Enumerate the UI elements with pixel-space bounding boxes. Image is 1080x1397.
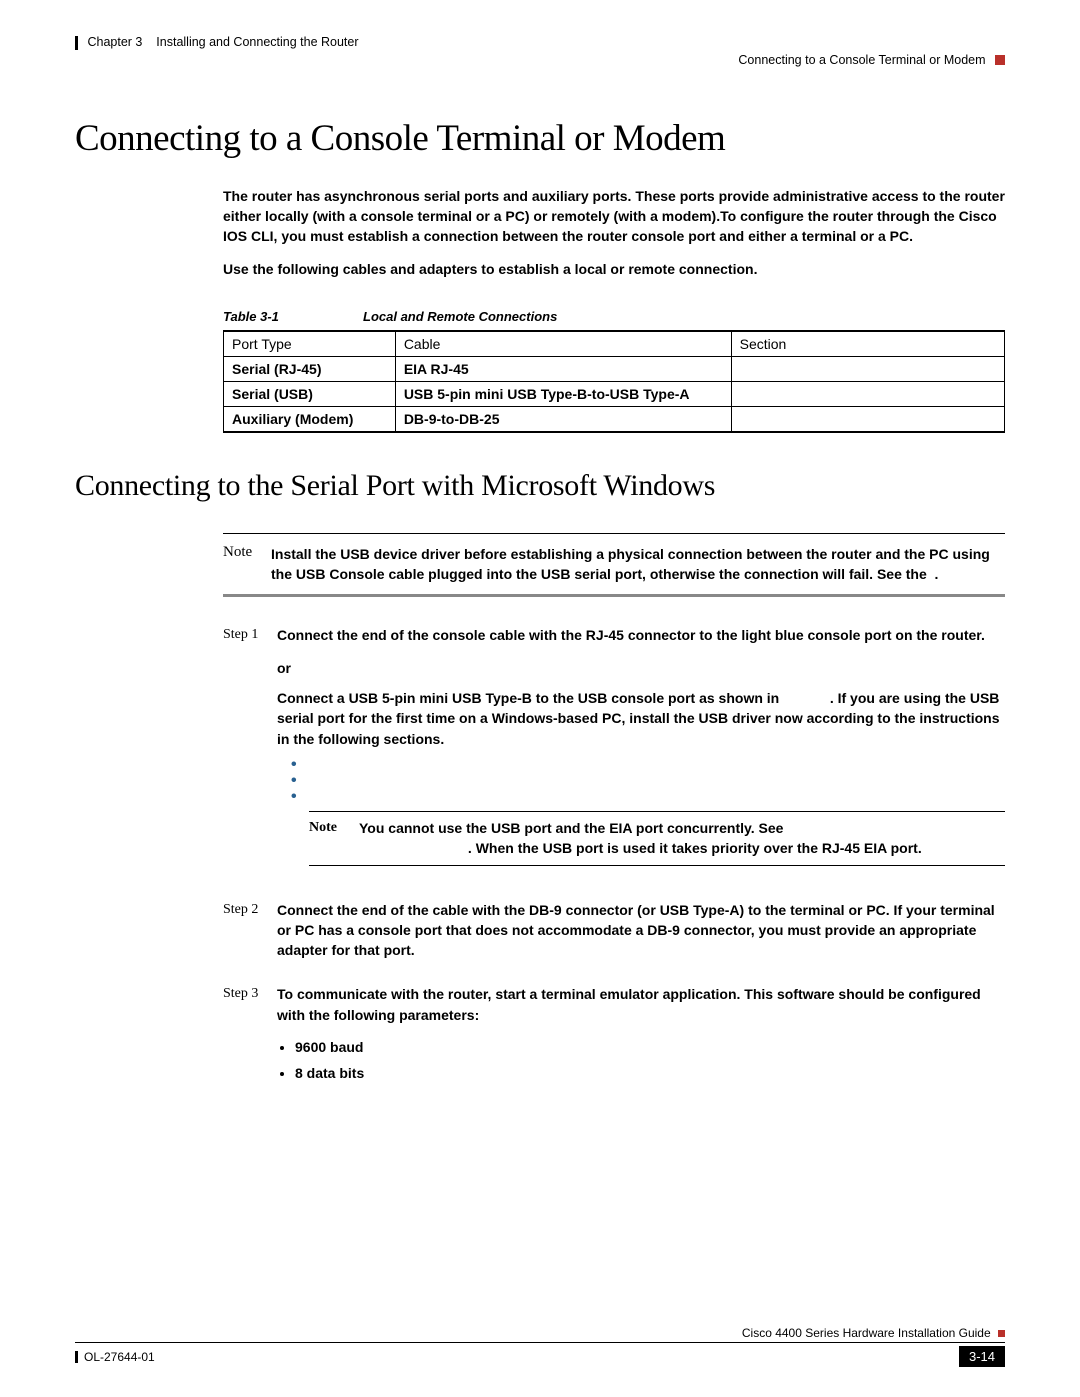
intro-paragraph-1: The router has asynchronous serial ports… <box>223 186 1005 247</box>
step-text: Connect the end of the console cable wit… <box>277 625 1005 645</box>
table-cell: USB 5-pin mini USB Type-B-to-USB Type-A <box>395 381 731 406</box>
step-text: To communicate with the router, start a … <box>277 984 1005 1025</box>
section-name: Connecting to a Console Terminal or Mode… <box>738 53 985 67</box>
section-heading: Connecting to the Serial Port with Micro… <box>75 469 1005 503</box>
figure-link[interactable] <box>783 690 830 706</box>
page-footer: Cisco 4400 Series Hardware Installation … <box>75 1326 1005 1367</box>
connections-table: Port Type Cable Section Serial (RJ-45) E… <box>223 330 1005 433</box>
intro-paragraph-2: Use the following cables and adapters to… <box>223 259 1005 279</box>
step-text: Connect a USB 5-pin mini USB Type-B to t… <box>277 688 1005 749</box>
table-caption-label: Table 3-1 <box>223 309 279 324</box>
note-label: Note <box>223 544 271 585</box>
step-label: Step 3 <box>223 984 277 1097</box>
running-header: Chapter 3 Installing and Connecting the … <box>75 35 1005 50</box>
page-title: Connecting to a Console Terminal or Mode… <box>75 117 1005 160</box>
table-header-cell: Section <box>731 331 1004 357</box>
step-label: Step 2 <box>223 900 277 973</box>
list-item: 8 data bits <box>295 1063 1005 1083</box>
running-subheader: Connecting to a Console Terminal or Mode… <box>75 53 1005 67</box>
table-cell: DB-9-to-DB-25 <box>395 406 731 432</box>
step-label: Step 1 <box>223 625 277 887</box>
table-cell: EIA RJ-45 <box>395 356 731 381</box>
table-cell: Serial (USB) <box>224 381 396 406</box>
table-cell <box>731 356 1004 381</box>
step-or: or <box>277 658 1005 678</box>
note-block: Note Install the USB device driver befor… <box>223 533 1005 598</box>
list-item[interactable] <box>291 793 1005 797</box>
note-text: Install the USB device driver before est… <box>271 544 1005 585</box>
chapter-label: Chapter 3 <box>87 35 142 49</box>
step-2: Step 2 Connect the end of the cable with… <box>223 900 1005 973</box>
step-body: Connect the end of the cable with the DB… <box>277 900 1005 973</box>
chapter-title: Installing and Connecting the Router <box>156 35 358 49</box>
table-header-row: Port Type Cable Section <box>224 331 1005 357</box>
note-text: You cannot use the USB port and the EIA … <box>359 818 922 859</box>
footer-guide-line: Cisco 4400 Series Hardware Installation … <box>75 1326 1005 1343</box>
decoration-square-icon <box>995 55 1005 65</box>
link-bullet-list <box>291 761 1005 797</box>
intro-block: The router has asynchronous serial ports… <box>223 186 1005 279</box>
note-link[interactable] <box>359 840 468 856</box>
step-text: Connect the end of the cable with the DB… <box>277 900 1005 961</box>
page-number: 3-14 <box>959 1346 1005 1367</box>
table-header-cell: Port Type <box>224 331 396 357</box>
table-cell <box>731 406 1004 432</box>
note-link[interactable] <box>787 820 791 836</box>
guide-title: Cisco 4400 Series Hardware Installation … <box>742 1326 991 1340</box>
table-cell: Serial (RJ-45) <box>224 356 396 381</box>
step-1: Step 1 Connect the end of the console ca… <box>223 625 1005 887</box>
table-caption-title: Local and Remote Connections <box>331 309 558 324</box>
table-row: Serial (RJ-45) EIA RJ-45 <box>224 356 1005 381</box>
table-row: Auxiliary (Modem) DB-9-to-DB-25 <box>224 406 1005 432</box>
decoration-square-icon <box>998 1330 1005 1337</box>
doc-id: OL-27644-01 <box>75 1350 155 1364</box>
parameter-list: 9600 baud 8 data bits <box>295 1037 1005 1084</box>
inline-note-block: Note You cannot use the USB port and the… <box>309 811 1005 866</box>
step-3: Step 3 To communicate with the router, s… <box>223 984 1005 1097</box>
table-header-cell: Cable <box>395 331 731 357</box>
table-cell <box>731 381 1004 406</box>
list-item: 9600 baud <box>295 1037 1005 1057</box>
table-caption: Table 3-1 Local and Remote Connections <box>223 309 1005 324</box>
table-row: Serial (USB) USB 5-pin mini USB Type-B-t… <box>224 381 1005 406</box>
list-item[interactable] <box>291 777 1005 781</box>
table-cell: Auxiliary (Modem) <box>224 406 396 432</box>
note-label: Note <box>309 818 359 859</box>
list-item[interactable] <box>291 761 1005 765</box>
step-body: Connect the end of the console cable wit… <box>277 625 1005 887</box>
step-body: To communicate with the router, start a … <box>277 984 1005 1097</box>
